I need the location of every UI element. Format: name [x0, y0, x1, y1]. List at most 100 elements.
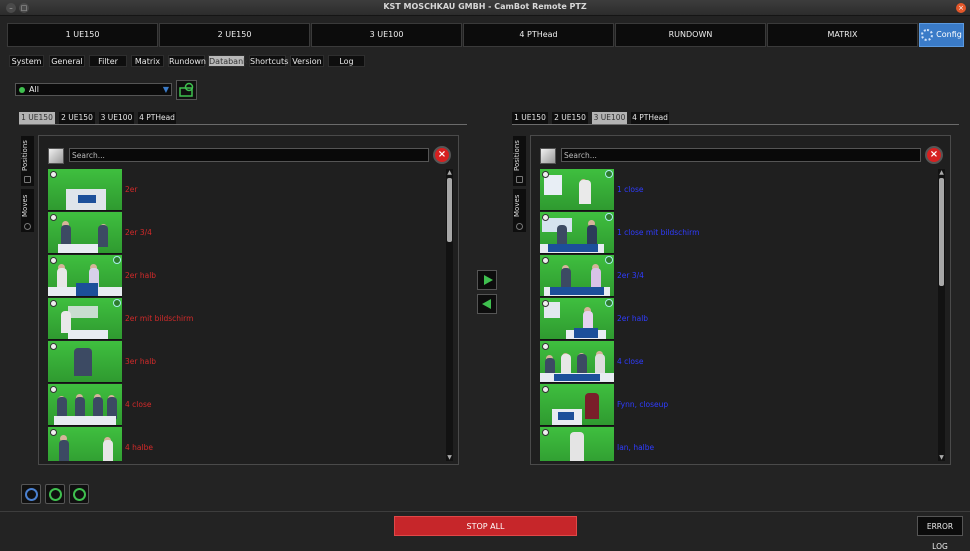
left-thumbnail: [48, 384, 122, 426]
left-list-item[interactable]: 4 close: [48, 384, 444, 427]
filter-dropdown[interactable]: All ▼: [15, 83, 172, 96]
subtab-system[interactable]: System: [9, 55, 44, 67]
right-search-input[interactable]: [562, 149, 920, 161]
subtab-version[interactable]: Version: [290, 55, 324, 67]
moves-icon: [24, 223, 31, 230]
left-list-item[interactable]: 3er halb: [48, 341, 444, 384]
tab-2-ue150[interactable]: 2 UE150: [159, 23, 310, 47]
left-sidetab-moves[interactable]: Moves: [21, 189, 34, 232]
right-list-item[interactable]: Fynn, closeup: [540, 384, 936, 427]
right-thumbnail: [540, 427, 614, 461]
left-sidetab-positions[interactable]: Positions: [21, 136, 34, 186]
left-list-item[interactable]: 2er mit bildschirm: [48, 298, 444, 341]
right-scrollbar-thumb[interactable]: [939, 178, 944, 286]
left-thumbnail: [48, 341, 122, 383]
position-marker-icon: [542, 214, 549, 221]
filter-value: All: [29, 85, 39, 94]
position-marker-icon: [50, 171, 57, 178]
scroll-up-icon[interactable]: ▲: [446, 169, 453, 176]
right-list-item[interactable]: 2er 3/4: [540, 255, 936, 298]
chevron-down-icon: ▼: [162, 85, 169, 94]
left-list-item[interactable]: 2er: [48, 169, 444, 212]
right-list-item[interactable]: Ian, halbe: [540, 427, 936, 461]
left-scrollbar[interactable]: ▲ ▼: [446, 169, 453, 461]
right-search-field[interactable]: [561, 148, 921, 162]
tab-rundown[interactable]: RUNDOWN: [615, 23, 766, 47]
left-list-item[interactable]: 2er 3/4: [48, 212, 444, 255]
subtab-matrix[interactable]: Matrix: [131, 55, 164, 67]
right-tab-divider: [512, 124, 959, 125]
subtab-filter[interactable]: Filter: [89, 55, 127, 67]
left-tab-divider: [19, 124, 467, 125]
tab-matrix[interactable]: MATRIX: [767, 23, 918, 47]
scroll-up-icon[interactable]: ▲: [938, 169, 945, 176]
subtab-general[interactable]: General: [49, 55, 85, 67]
position-marker-icon: [542, 429, 549, 436]
scroll-down-icon[interactable]: ▼: [446, 454, 453, 461]
left-cube-icon[interactable]: [48, 148, 64, 164]
position-marker-icon: [542, 300, 549, 307]
left-cam-tab-2[interactable]: 2 UE150: [59, 112, 95, 124]
right-thumbnail: [540, 298, 614, 340]
right-cam-tab-3[interactable]: 3 UE100: [592, 112, 627, 124]
left-list-item[interactable]: 2er halb: [48, 255, 444, 298]
left-cam-tab-4[interactable]: 4 PTHead: [138, 112, 176, 124]
camera-tab-bar: 1 UE150 2 UE150 3 UE100 4 PTHead RUNDOWN…: [7, 23, 964, 47]
check-icon: [605, 299, 613, 307]
position-marker-icon: [50, 257, 57, 264]
right-cam-tab-4[interactable]: 4 PTHead: [631, 112, 669, 124]
right-item-name: 2er halb: [617, 314, 649, 323]
left-positions-label: Positions: [21, 140, 29, 172]
error-log-button[interactable]: ERROR LOG: [917, 516, 963, 551]
copy-right-button[interactable]: [477, 270, 497, 290]
copy-left-button[interactable]: [477, 294, 497, 314]
right-scrollbar[interactable]: ▲ ▼: [938, 169, 945, 461]
left-search-field[interactable]: [69, 148, 429, 162]
stop-all-button[interactable]: STOP ALL: [394, 516, 577, 536]
filter-settings-button[interactable]: [176, 80, 197, 100]
import-tool-button[interactable]: [69, 484, 89, 504]
position-marker-icon: [50, 386, 57, 393]
tab-3-ue100[interactable]: 3 UE100: [311, 23, 462, 47]
left-cam-tab-1[interactable]: 1 UE150: [19, 112, 55, 124]
right-list-item[interactable]: 1 close: [540, 169, 936, 212]
subtab-log[interactable]: Log: [328, 55, 365, 67]
left-clear-search-icon[interactable]: ×: [433, 146, 451, 164]
left-scrollbar-thumb[interactable]: [447, 178, 452, 242]
tab-1-ue150[interactable]: 1 UE150: [7, 23, 158, 47]
right-cube-icon[interactable]: [540, 148, 556, 164]
right-sidetab-positions[interactable]: Positions: [513, 136, 526, 186]
scroll-down-icon[interactable]: ▼: [938, 454, 945, 461]
right-clear-search-icon[interactable]: ×: [925, 146, 943, 164]
left-list-item[interactable]: 4 halbe: [48, 427, 444, 461]
left-item-name: 2er: [125, 185, 138, 194]
subtab-rundown[interactable]: Rundown: [168, 55, 206, 67]
right-sidetab-moves[interactable]: Moves: [513, 189, 526, 232]
tab-4-pthead[interactable]: 4 PTHead: [463, 23, 614, 47]
positions-icon: [24, 176, 31, 183]
tab-config[interactable]: Config: [919, 23, 964, 47]
check-icon: [605, 213, 613, 221]
left-cam-tab-3[interactable]: 3 UE100: [99, 112, 134, 124]
right-item-name: 2er 3/4: [617, 271, 644, 280]
refresh-tool-button[interactable]: [21, 484, 41, 504]
close-icon[interactable]: ×: [956, 3, 966, 13]
right-list-item[interactable]: 4 close: [540, 341, 936, 384]
left-item-name: 2er halb: [125, 271, 157, 280]
right-list-item[interactable]: 1 close mit bildschirm: [540, 212, 936, 255]
arrow-right-icon: [484, 275, 493, 285]
subtab-shortcuts[interactable]: Shortcuts: [249, 55, 288, 67]
right-cam-tab-2[interactable]: 2 UE150: [552, 112, 588, 124]
left-item-name: 4 close: [125, 400, 152, 409]
right-list-item[interactable]: 2er halb: [540, 298, 936, 341]
left-item-name: 3er halb: [125, 357, 157, 366]
check-icon: [113, 256, 121, 264]
right-positions-label: Positions: [513, 140, 521, 172]
arrow-left-icon: [482, 299, 491, 309]
status-dot-icon: [19, 87, 25, 93]
left-search-input[interactable]: [70, 149, 428, 161]
sync-tool-button[interactable]: [45, 484, 65, 504]
right-item-name: 1 close mit bildschirm: [617, 228, 700, 237]
right-cam-tab-1[interactable]: 1 UE150: [512, 112, 548, 124]
subtab-databank[interactable]: Databank: [208, 55, 248, 67]
